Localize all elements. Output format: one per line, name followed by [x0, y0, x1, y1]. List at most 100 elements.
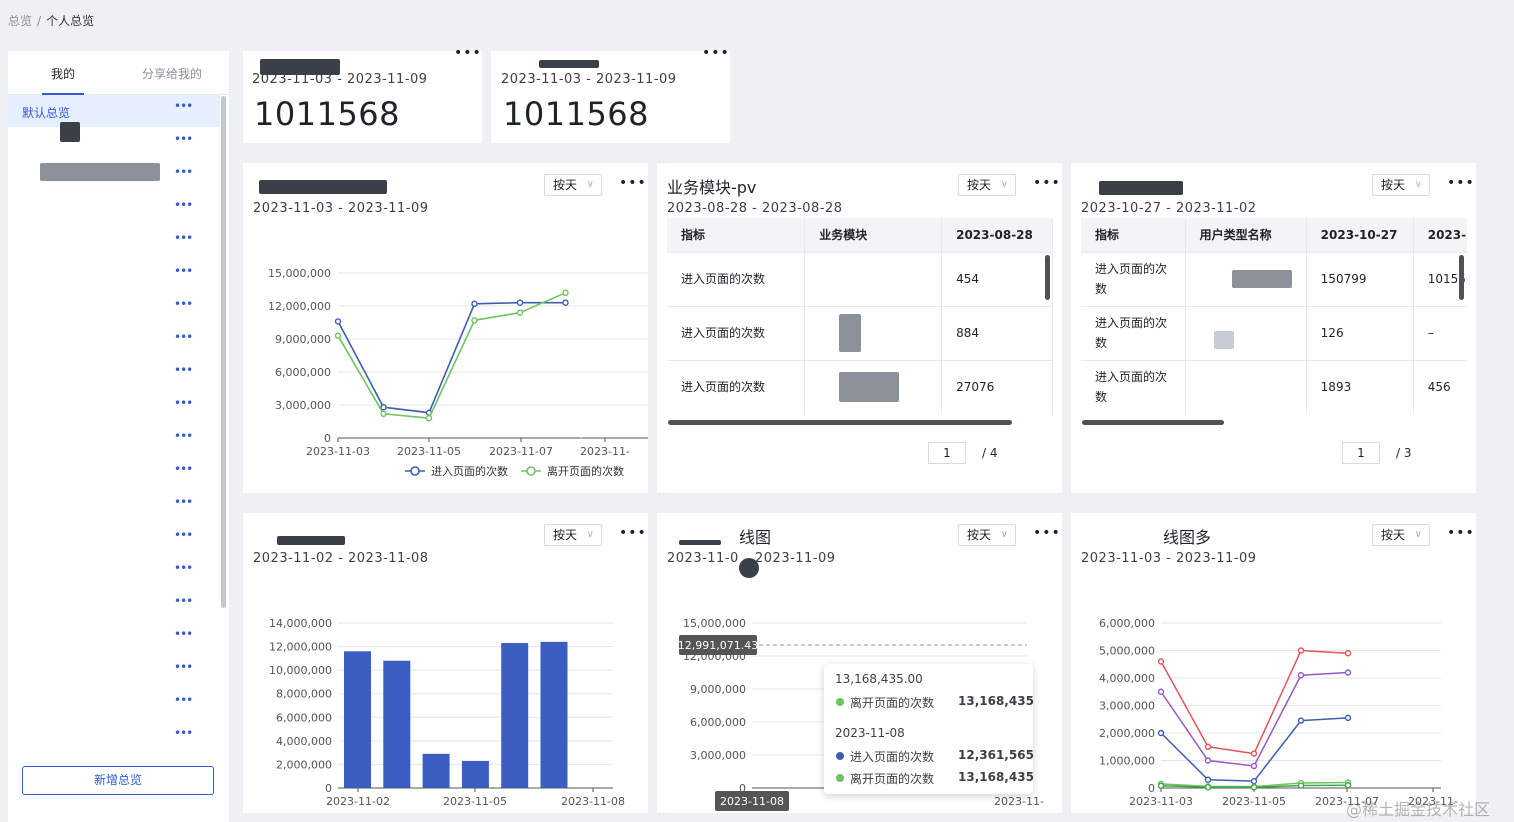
- sidebar-tabs: 我的 分享给我的: [8, 51, 229, 95]
- sidebar-item[interactable]: •••: [8, 557, 220, 589]
- multi-line-chart: 0 1,000,000 2,000,000 3,000,000 4,000,000 5,0…: [1099, 617, 1458, 808]
- page-number-input[interactable]: 1: [928, 442, 966, 464]
- sidebar-item[interactable]: 默认总览 •••: [8, 95, 220, 127]
- more-icon[interactable]: •••: [174, 528, 193, 542]
- add-overview-button[interactable]: 新增总览: [22, 766, 214, 795]
- data-point: [380, 403, 387, 411]
- column-header[interactable]: 业务模块: [804, 218, 943, 252]
- more-icon[interactable]: •••: [174, 330, 193, 344]
- kpi-range: 2023-11-03 - 2023-11-09: [501, 72, 677, 87]
- user-type-table-card: 2023-10-27 - 2023-11-02 按天 ∨ ••• 指标 用户类型名…: [1071, 163, 1476, 493]
- data-point: [562, 299, 569, 306]
- more-icon[interactable]: •••: [174, 99, 193, 113]
- card-more-button[interactable]: •••: [1447, 175, 1475, 191]
- sidebar-item[interactable]: •••: [8, 293, 220, 325]
- sidebar: 我的 分享给我的 默认总览 ••• ••• ••• ••• ••• ••• ••• ••• •••…: [8, 51, 229, 822]
- x-tick-label: 2023-11-05: [443, 795, 507, 808]
- more-icon[interactable]: •••: [174, 165, 193, 179]
- data-point: [1157, 688, 1165, 695]
- sidebar-item[interactable]: •••: [8, 590, 220, 622]
- page-number-input[interactable]: 1: [1342, 442, 1380, 464]
- tooltip-series-name: 进入页面的次数: [850, 750, 935, 764]
- column-header[interactable]: 指标: [667, 218, 806, 252]
- more-icon[interactable]: •••: [174, 363, 193, 377]
- more-icon[interactable]: •••: [174, 594, 193, 608]
- sidebar-item[interactable]: •••: [8, 623, 220, 655]
- data-point: [516, 309, 524, 316]
- data-point: [1344, 650, 1352, 657]
- more-icon[interactable]: •••: [174, 561, 193, 575]
- card-more-button[interactable]: •••: [454, 45, 482, 61]
- series-line: [1160, 649, 1349, 755]
- data-point: [1297, 717, 1305, 724]
- more-icon[interactable]: •••: [174, 396, 193, 410]
- redacted-value: [1213, 331, 1234, 349]
- more-icon[interactable]: •••: [174, 693, 193, 707]
- more-icon[interactable]: •••: [174, 297, 193, 311]
- y-tick-label: 0: [325, 782, 332, 795]
- column-header[interactable]: 2023-1: [1413, 218, 1467, 252]
- sidebar-item[interactable]: •••: [8, 122, 220, 160]
- sidebar-scrollbar[interactable]: [221, 96, 226, 608]
- x-tick-label: 2023-11-03: [1129, 795, 1193, 808]
- sidebar-item[interactable]: •••: [8, 524, 220, 556]
- card-more-button[interactable]: •••: [1033, 175, 1061, 191]
- data-point: [1344, 782, 1352, 789]
- tab-mine[interactable]: 我的: [51, 65, 75, 82]
- granularity-select[interactable]: 按天 ∨: [958, 174, 1016, 196]
- column-header[interactable]: 用户类型名称: [1185, 218, 1307, 252]
- more-icon[interactable]: •••: [174, 726, 193, 740]
- data-point: [1157, 782, 1165, 789]
- table-vertical-scrollbar[interactable]: [1459, 255, 1464, 300]
- more-icon[interactable]: •••: [174, 264, 193, 278]
- more-icon[interactable]: •••: [174, 132, 193, 146]
- sidebar-item[interactable]: •••: [8, 425, 220, 457]
- more-icon[interactable]: •••: [174, 429, 193, 443]
- sidebar-item[interactable]: •••: [8, 326, 220, 358]
- sidebar-item[interactable]: •••: [8, 722, 220, 754]
- sidebar-item[interactable]: •••: [8, 656, 220, 688]
- line-chart-card: 2023-11-03 - 2023-11-09 按天 ∨ ••• 0 3,000,0…: [243, 163, 648, 493]
- breadcrumb-root[interactable]: 总览: [8, 14, 32, 28]
- table-horizontal-scrollbar[interactable]: [668, 420, 1012, 425]
- more-icon[interactable]: •••: [174, 231, 193, 245]
- column-header[interactable]: 2023-10-27: [1306, 218, 1414, 252]
- multi-line-chart-card: 线图多 2023-11-03 - 2023-11-09 按天 ∨ ••• 0 1,0…: [1071, 513, 1476, 813]
- more-icon[interactable]: •••: [174, 660, 193, 674]
- page-total: / 3: [1396, 446, 1412, 460]
- sidebar-item[interactable]: •••: [8, 359, 220, 391]
- tooltip-series-value: 13,168,435: [958, 770, 1034, 784]
- card-more-button[interactable]: •••: [702, 45, 730, 61]
- table-cell-redacted: [804, 251, 943, 306]
- tab-shared-with-me[interactable]: 分享给我的: [142, 65, 202, 82]
- sidebar-item[interactable]: •••: [8, 392, 220, 424]
- more-icon[interactable]: •••: [174, 462, 193, 476]
- bar: [422, 753, 450, 788]
- data-point: [1204, 776, 1212, 783]
- more-icon[interactable]: •••: [174, 495, 193, 509]
- sidebar-item[interactable]: •••: [8, 227, 220, 259]
- column-header[interactable]: 2023-08-28: [941, 218, 1053, 252]
- table-horizontal-scrollbar[interactable]: [1082, 420, 1224, 425]
- sidebar-item[interactable]: •••: [8, 689, 220, 721]
- sidebar-item[interactable]: •••: [8, 194, 220, 226]
- x-axis-pointer-label: 2023-11-08: [720, 795, 784, 808]
- card-range: 2023-10-27 - 2023-11-02: [1081, 201, 1257, 216]
- y-tick-label: 3,000,000: [275, 399, 331, 412]
- business-module-table-card: 业务模块-pv 2023-08-28 - 2023-08-28 按天 ∨ ••• …: [657, 163, 1062, 493]
- y-tick-label: 3,000,000: [1099, 700, 1155, 713]
- table-vertical-scrollbar[interactable]: [1045, 255, 1050, 300]
- legend-dot-icon: [836, 774, 844, 782]
- data-point: [1250, 750, 1258, 757]
- kpi-card-1: 2023-11-03 - 2023-11-09 ••• 1011568: [243, 45, 482, 143]
- sidebar-item[interactable]: •••: [8, 260, 220, 292]
- sidebar-item[interactable]: •••: [8, 161, 220, 193]
- column-header[interactable]: 指标: [1081, 218, 1186, 252]
- granularity-select[interactable]: 按天 ∨: [1372, 174, 1430, 196]
- line-chart: 0 3,000,000 6,000,000 9,000,000 12,000,000 15…: [268, 267, 648, 478]
- more-icon[interactable]: •••: [174, 198, 193, 212]
- sidebar-item[interactable]: •••: [8, 458, 220, 490]
- bar: [344, 651, 371, 788]
- sidebar-item[interactable]: •••: [8, 491, 220, 523]
- more-icon[interactable]: •••: [174, 627, 193, 641]
